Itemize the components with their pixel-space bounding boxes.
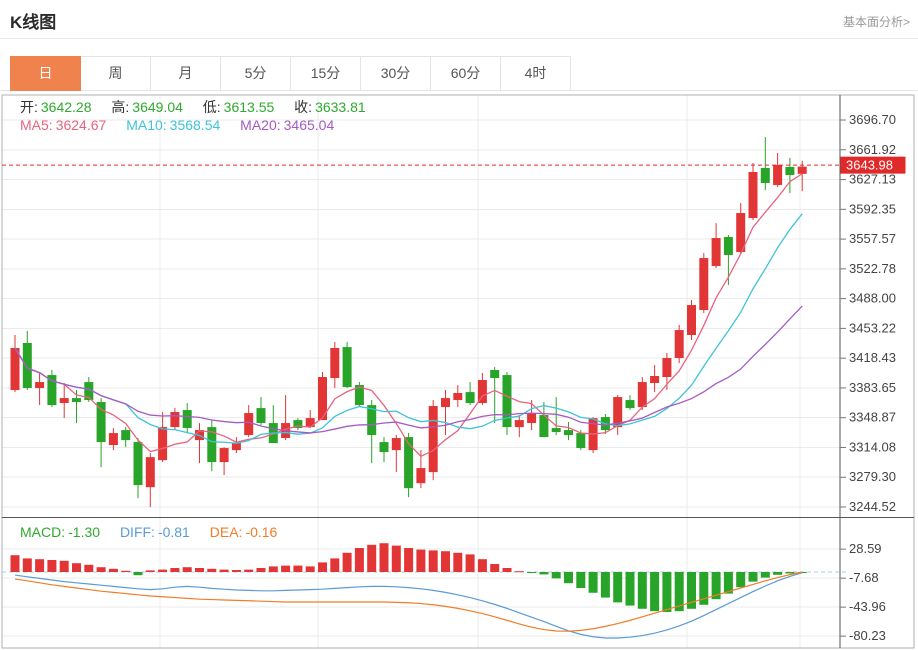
- svg-text:-80.23: -80.23: [849, 628, 886, 643]
- ohlc-info-row: 开: 3642.28 高: 3649.04 低: 3613.55 收: 3633.81: [20, 97, 382, 117]
- diff-value: DIFF: -0.81: [119, 524, 190, 540]
- svg-text:3279.30: 3279.30: [849, 469, 896, 484]
- dea-value: DEA: -0.16: [209, 524, 278, 540]
- svg-text:3383.65: 3383.65: [849, 380, 896, 395]
- svg-text:3314.08: 3314.08: [849, 439, 896, 454]
- svg-text:-7.68: -7.68: [849, 570, 879, 585]
- ma5-line: [14, 173, 803, 458]
- ma-info-row: MA5: 3624.67 MA10: 3568.54 MA20: 3465.04: [20, 117, 350, 133]
- ma5-value: MA5: 3624.67: [20, 117, 107, 133]
- svg-text:3557.57: 3557.57: [849, 231, 896, 246]
- open-value: 开: 3642.28: [20, 99, 92, 115]
- ma20-value: MA20: 3465.04: [240, 117, 335, 133]
- svg-text:3592.35: 3592.35: [849, 201, 896, 216]
- svg-text:3696.70: 3696.70: [849, 112, 896, 127]
- ma-lines: [14, 173, 803, 458]
- diff-line: [14, 572, 803, 639]
- svg-text:3488.00: 3488.00: [849, 291, 896, 306]
- ma10-value: MA10: 3568.54: [126, 117, 221, 133]
- svg-text:3453.22: 3453.22: [849, 320, 896, 335]
- svg-text:3348.87: 3348.87: [849, 410, 896, 425]
- macd-axis: 28.59 -7.68 -43.96 -80.23: [840, 541, 886, 643]
- current-price-badge: 3643.98: [840, 156, 906, 174]
- macd-value: MACD: -1.30: [20, 524, 101, 540]
- macd-info-row: MACD: -1.30 DIFF: -0.81 DEA: -0.16: [20, 524, 293, 540]
- svg-text:3643.98: 3643.98: [846, 158, 893, 173]
- dea-line: [14, 571, 803, 632]
- svg-text:28.59: 28.59: [849, 541, 882, 556]
- svg-text:3522.78: 3522.78: [849, 261, 896, 276]
- svg-text:3244.52: 3244.52: [849, 499, 896, 514]
- low-value: 低: 3613.55: [202, 99, 275, 115]
- ma20-line: [14, 305, 803, 434]
- svg-text:3661.92: 3661.92: [849, 142, 896, 157]
- macd-lines: [14, 571, 803, 639]
- svg-text:-43.96: -43.96: [849, 599, 886, 614]
- close-value: 收: 3633.81: [294, 99, 366, 115]
- svg-text:3418.43: 3418.43: [849, 350, 896, 365]
- tab-day[interactable]: 日: [10, 56, 81, 91]
- svg-text:3627.13: 3627.13: [849, 172, 896, 187]
- high-value: 高: 3649.04: [111, 99, 183, 115]
